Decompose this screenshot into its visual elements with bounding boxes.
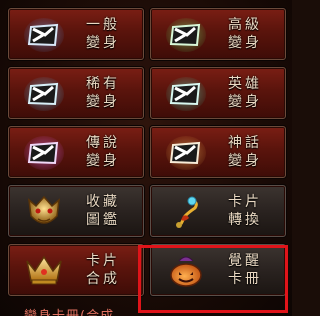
advanced-transform-button[interactable]: 高級 變身 bbox=[150, 8, 286, 60]
envelope-mask-icon bbox=[24, 136, 64, 170]
myth-line1: 神話 bbox=[228, 135, 262, 151]
hero-line2: 變身 bbox=[228, 94, 262, 110]
myth-line2: 變身 bbox=[228, 153, 262, 169]
rare-line1: 稀有 bbox=[86, 76, 120, 92]
magic-wand-icon bbox=[176, 196, 198, 228]
compose-line2: 合成 bbox=[86, 271, 120, 287]
collection-line2: 圖鑑 bbox=[86, 212, 120, 228]
hero-transform-button[interactable]: 英雄 變身 bbox=[150, 67, 286, 119]
awaken-line1: 覺醒 bbox=[228, 253, 262, 269]
awaken-book-button[interactable]: 覺醒 卡冊 bbox=[150, 244, 286, 296]
transform-menu-panel: 一般 變身 高級 變身 稀有 變身 英雄 變身 傳說 變身 神話 變身 收藏 圖… bbox=[0, 0, 292, 316]
card-compose-button[interactable]: 卡片 合成 bbox=[8, 244, 144, 296]
advanced-line1: 高級 bbox=[228, 17, 262, 33]
rare-line2: 變身 bbox=[86, 94, 120, 110]
envelope-mask-icon bbox=[24, 77, 64, 111]
collection-book-button[interactable]: 收藏 圖鑑 bbox=[8, 185, 144, 237]
golden-demon-mask-icon bbox=[28, 195, 60, 224]
menu-grid: 一般 變身 高級 變身 稀有 變身 英雄 變身 傳說 變身 神話 變身 收藏 圖… bbox=[8, 8, 286, 296]
awaken-line2: 卡冊 bbox=[228, 271, 262, 287]
exchange-line1: 卡片 bbox=[228, 194, 262, 210]
envelope-mask-icon bbox=[24, 18, 64, 52]
myth-transform-button[interactable]: 神話 變身 bbox=[150, 126, 286, 178]
general-line2: 變身 bbox=[86, 35, 120, 51]
compose-line1: 卡片 bbox=[86, 253, 120, 269]
general-transform-button[interactable]: 一般 變身 bbox=[8, 8, 144, 60]
legend-transform-button[interactable]: 傳說 變身 bbox=[8, 126, 144, 178]
legend-line2: 變身 bbox=[86, 153, 120, 169]
general-line1: 一般 bbox=[86, 17, 120, 33]
card-exchange-button[interactable]: 卡片 轉換 bbox=[150, 185, 286, 237]
legend-line1: 傳說 bbox=[86, 135, 120, 151]
hero-line1: 英雄 bbox=[228, 76, 262, 92]
collection-line1: 收藏 bbox=[86, 194, 120, 210]
golden-crown-icon bbox=[26, 255, 62, 285]
exchange-line2: 轉換 bbox=[228, 212, 262, 228]
envelope-mask-icon bbox=[166, 18, 206, 52]
envelope-mask-icon bbox=[166, 77, 206, 111]
advanced-line2: 變身 bbox=[228, 35, 262, 51]
envelope-mask-icon bbox=[166, 136, 206, 170]
pumpkin-icon bbox=[170, 256, 202, 287]
rare-transform-button[interactable]: 稀有 變身 bbox=[8, 67, 144, 119]
footer-caption: 變身卡冊(合成 bbox=[24, 305, 114, 316]
